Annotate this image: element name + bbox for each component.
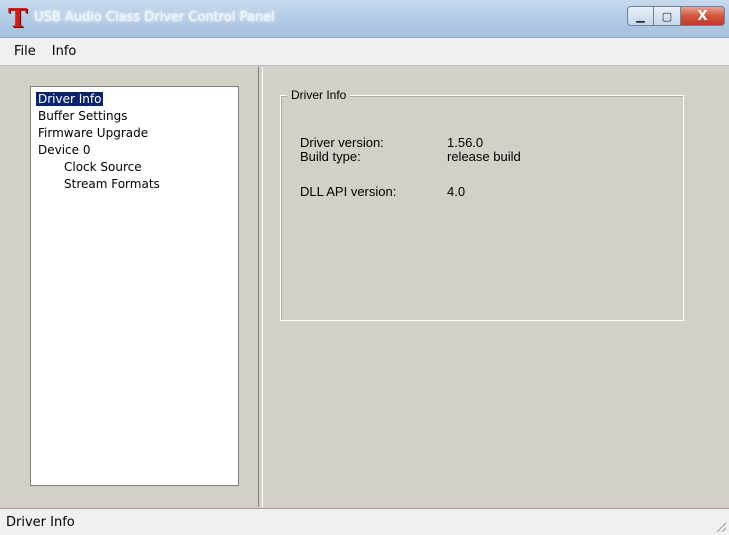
navigation-panel: Driver Info Buffer Settings Firmware Upg… (0, 67, 258, 507)
app-logo-icon[interactable]: T (8, 6, 28, 32)
driver-info-group: Driver Info Driver version: 1.56.0 Build… (280, 88, 684, 321)
driver-version-label: Driver version: (300, 135, 384, 150)
dll-api-version-value: 4.0 (447, 184, 466, 199)
menu-bar: File Info (0, 38, 729, 66)
menu-info[interactable]: Info (44, 44, 85, 59)
minimize-icon: ▁ (636, 9, 645, 23)
tree-item-buffer-settings[interactable]: Buffer Settings (31, 108, 238, 125)
maximize-button[interactable]: ▢ (654, 6, 681, 26)
tree-item-clock-source[interactable]: Clock Source (31, 159, 238, 176)
window-title: USB Audio Class Driver Control Panel (34, 10, 275, 25)
group-title: Driver Info (287, 88, 351, 102)
tree-item-label: Firmware Upgrade (38, 126, 149, 140)
tree-item-driver-info[interactable]: Driver Info (31, 91, 238, 108)
minimize-button[interactable]: ▁ (627, 6, 654, 26)
tree-item-firmware-upgrade[interactable]: Firmware Upgrade (31, 125, 238, 142)
navigation-tree[interactable]: Driver Info Buffer Settings Firmware Upg… (30, 86, 239, 486)
close-icon: X (697, 8, 708, 24)
build-type-value: release build (447, 149, 521, 164)
tree-item-label: Device 0 (38, 143, 91, 157)
build-type-label: Build type: (300, 149, 361, 164)
tree-item-label: Buffer Settings (38, 109, 128, 123)
menu-file[interactable]: File (6, 44, 44, 59)
tree-item-stream-formats[interactable]: Stream Formats (31, 176, 238, 193)
tree-item-label: Clock Source (64, 160, 142, 174)
window-controls: ▁ ▢ X (627, 6, 725, 28)
tree-item-label: Stream Formats (64, 177, 160, 191)
status-bar: Driver Info (0, 508, 729, 535)
dll-api-version-label: DLL API version: (300, 184, 397, 199)
resize-grip-icon[interactable] (716, 522, 726, 532)
close-button[interactable]: X (681, 6, 725, 26)
status-text: Driver Info (6, 515, 75, 530)
title-bar[interactable]: T USB Audio Class Driver Control Panel ▁… (0, 0, 729, 38)
tree-item-device-0[interactable]: Device 0 (31, 142, 238, 159)
driver-version-value: 1.56.0 (447, 135, 484, 150)
tree-item-label: Driver Info (36, 92, 104, 106)
panel-splitter[interactable] (258, 67, 263, 507)
maximize-icon: ▢ (661, 9, 673, 23)
